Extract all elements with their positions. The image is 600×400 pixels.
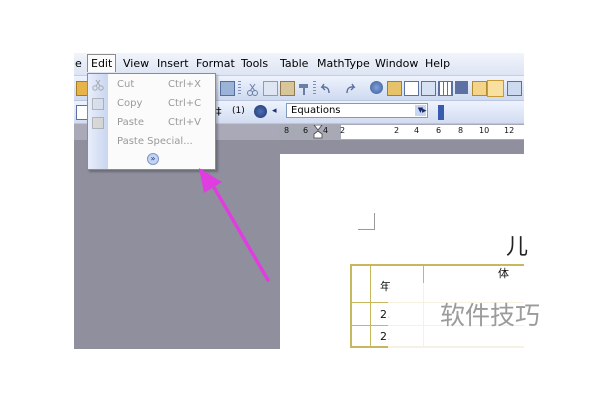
paste-icon — [92, 117, 104, 129]
equation-number-icon[interactable]: (1) — [232, 105, 248, 118]
paste-icon[interactable] — [280, 81, 295, 96]
menu-item-paste[interactable]: Paste Ctrl+V — [88, 114, 215, 133]
cut-icon — [92, 79, 104, 91]
copy-icon — [92, 98, 104, 110]
insert-table-icon[interactable] — [404, 81, 419, 96]
columns-icon[interactable] — [438, 81, 453, 96]
ruler-number: 2 — [394, 126, 400, 135]
menu-item-label: Copy — [117, 98, 143, 109]
research-icon[interactable] — [220, 81, 235, 96]
ruler-number: 10 — [479, 126, 490, 135]
menu-item-paste-special[interactable]: Paste Special... — [88, 133, 215, 152]
ruler-number: 8 — [458, 126, 464, 135]
watermark: 软件技巧 — [388, 283, 548, 349]
ruler-number: 4 — [414, 126, 420, 135]
menu-mathtype[interactable]: MathType — [317, 57, 370, 70]
toolbar-grip[interactable] — [238, 81, 241, 95]
ruler-number: 6 — [303, 126, 309, 135]
menu-item-label: Cut — [117, 79, 135, 90]
forward-arrow-icon[interactable]: ▸ — [422, 105, 435, 118]
back-arrow-icon[interactable]: ◂ — [272, 105, 285, 118]
fraction-icon[interactable]: ‡ — [216, 105, 229, 118]
menu-edit[interactable]: Edit — [87, 54, 117, 72]
insert-excel-icon[interactable] — [421, 81, 436, 96]
globe-icon[interactable] — [254, 105, 267, 118]
menu-view[interactable]: View — [123, 57, 149, 70]
menu-item-label: Paste — [117, 117, 144, 128]
ruler-number: 4 — [323, 126, 329, 135]
menu-item-label: Paste Special... — [117, 136, 193, 147]
document-map-icon[interactable] — [472, 81, 487, 96]
ruler-number: 8 — [284, 126, 290, 135]
page-corner-mark — [358, 213, 375, 230]
table-column-line — [370, 266, 371, 346]
menu-item-shortcut: Ctrl+X — [168, 79, 202, 90]
ruler-number: 2 — [340, 126, 346, 135]
menu-format[interactable]: Format — [196, 57, 235, 70]
menu-file-partial[interactable]: e — [75, 57, 82, 70]
table-header-cell: 体 — [498, 267, 509, 280]
toolbar-grip[interactable] — [313, 81, 316, 95]
menu-tools[interactable]: Tools — [241, 57, 268, 70]
zoom-icon[interactable] — [507, 81, 522, 96]
menu-window[interactable]: Window — [375, 57, 418, 70]
indent-marker-icon[interactable] — [313, 125, 323, 139]
menu-item-shortcut: Ctrl+C — [168, 98, 202, 109]
document-title-fragment: 儿 — [506, 235, 529, 260]
drawing-icon[interactable] — [455, 81, 468, 94]
chevron-double-down-icon[interactable]: » — [147, 153, 159, 165]
redo-icon[interactable] — [344, 81, 357, 94]
menu-table[interactable]: Table — [280, 57, 308, 70]
copy-icon[interactable] — [263, 81, 278, 96]
undo-icon[interactable] — [319, 81, 332, 94]
hyperlink-icon[interactable] — [370, 81, 383, 94]
ruler-number: 12 — [504, 126, 515, 135]
menu-item-cut[interactable]: Cut Ctrl+X — [88, 76, 215, 95]
equations-dropdown[interactable]: Equations ▼ — [286, 103, 428, 118]
menu-item-shortcut: Ctrl+V — [168, 117, 202, 128]
ruler-number: 6 — [436, 126, 442, 135]
edit-menu-dropdown: Cut Ctrl+X Copy Ctrl+C Paste Ctrl+V Past… — [87, 73, 216, 170]
format-painter-icon[interactable] — [297, 81, 310, 95]
equations-dropdown-value: Equations — [291, 105, 341, 116]
menu-insert[interactable]: Insert — [157, 57, 189, 70]
show-hide-icon[interactable] — [487, 80, 504, 97]
toolbar-options-icon[interactable] — [438, 105, 444, 120]
tables-borders-icon[interactable] — [387, 81, 402, 96]
cut-icon[interactable] — [246, 81, 259, 96]
menu-help[interactable]: Help — [425, 57, 450, 70]
menu-item-copy[interactable]: Copy Ctrl+C — [88, 95, 215, 114]
